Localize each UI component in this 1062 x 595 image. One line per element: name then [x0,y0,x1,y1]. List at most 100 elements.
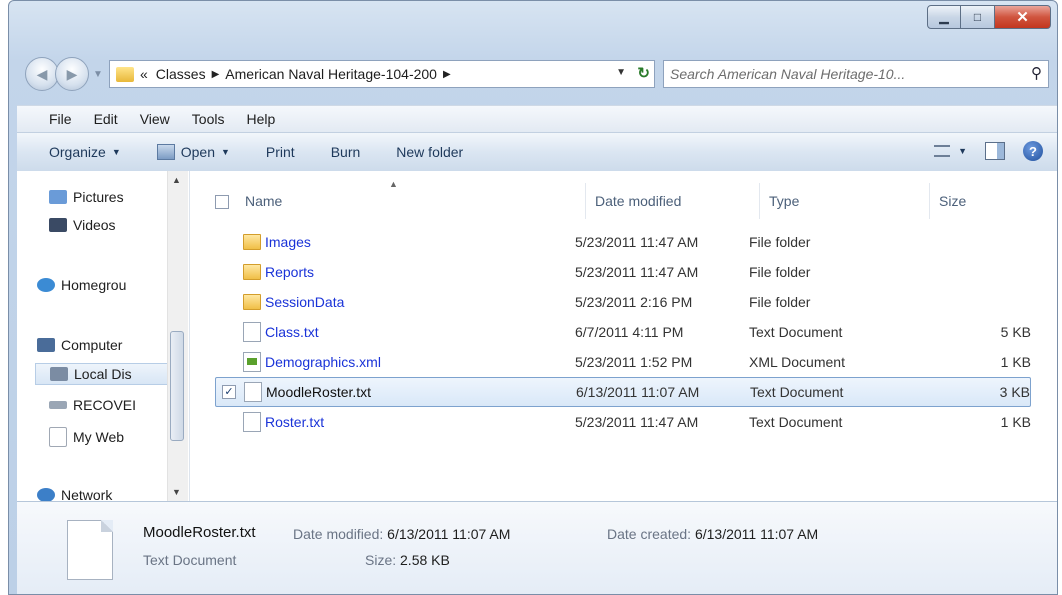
document-icon [49,427,67,447]
print-label: Print [265,144,295,160]
organize-button[interactable]: Organize ▼ [49,144,121,160]
folder-icon [243,294,261,310]
scroll-up-icon[interactable]: ▲ [172,175,181,185]
menu-edit[interactable]: Edit [94,111,118,127]
nav-label: Local Dis [74,366,132,382]
column-name[interactable]: Name [245,193,282,209]
nav-scrollbar[interactable]: ▲ ▼ [167,171,188,501]
file-row[interactable]: Reports 5/23/2011 11:47 AM File folder [215,257,1031,287]
file-date-modified: 5/23/2011 11:47 AM [575,414,699,430]
main-body: Pictures Videos Homegrou Computer Local … [17,171,1057,501]
nav-item-pictures[interactable]: Pictures [49,189,124,205]
new-folder-button[interactable]: New folder [396,144,463,160]
file-name[interactable]: Class.txt [265,324,319,340]
drive-icon [50,367,68,381]
file-type: Text Document [750,384,844,400]
file-name[interactable]: Demographics.xml [265,354,381,370]
forward-button[interactable]: ▶ [55,57,89,91]
minimize-button[interactable]: ▁ [927,5,961,29]
file-row[interactable]: Roster.txt 5/23/2011 11:47 AM Text Documen… [215,407,1031,437]
address-row: ◀ ▶ ▼ « Classes ▶ American Naval Heritag… [25,57,1049,91]
nav-label: Network [61,487,113,501]
nav-item-my-web[interactable]: My Web [49,427,124,447]
row-checkbox[interactable]: ✓ [222,385,236,399]
file-name[interactable]: Reports [265,264,314,280]
date-modified-label: Date modified: [293,526,384,542]
file-name[interactable]: SessionData [265,294,344,310]
file-name[interactable]: MoodleRoster.txt [266,384,371,400]
search-icon[interactable]: ⚲ [1031,64,1042,82]
address-bar[interactable]: « Classes ▶ American Naval Heritage-104-… [109,60,655,88]
nav-item-homegroup[interactable]: Homegrou [37,277,126,293]
help-icon[interactable]: ? [1023,141,1043,161]
menu-view[interactable]: View [140,111,170,127]
menu-file[interactable]: File [49,111,72,127]
column-type[interactable]: Type [769,193,799,209]
search-input[interactable]: Search American Naval Heritage-10... ⚲ [663,60,1049,88]
column-divider[interactable] [759,183,760,219]
date-modified-value: 6/13/2011 11:07 AM [387,526,511,542]
print-button[interactable]: Print [266,144,295,160]
nav-label: RECOVEI [73,397,137,413]
maximize-button[interactable]: □ [961,5,995,29]
nav-item-network[interactable]: Network [37,487,112,501]
breadcrumb-american-naval-heritage[interactable]: American Naval Heritage-104-200 [225,66,437,82]
back-button[interactable]: ◀ [25,57,59,91]
file-icon-wrap [243,352,261,372]
text-file-icon [243,412,261,432]
explorer-window: ▁ □ ✕ ◀ ▶ ▼ « Classes ▶ American Naval H… [8,0,1058,595]
open-button[interactable]: Open ▼ [156,144,230,160]
forward-arrow-icon: ▶ [66,65,78,82]
nav-item-videos[interactable]: Videos [49,217,116,233]
file-name[interactable]: Images [265,234,311,250]
column-size[interactable]: Size [939,193,966,209]
file-row[interactable]: Images 5/23/2011 11:47 AM File folder [215,227,1031,257]
breadcrumb-classes[interactable]: Classes [156,66,206,82]
text-document-icon [67,520,113,580]
nav-item-recovery[interactable]: RECOVEI [49,397,136,413]
burn-button[interactable]: Burn [331,144,361,160]
text-file-icon [244,382,262,402]
file-icon-wrap [243,322,261,342]
scroll-down-icon[interactable]: ▼ [172,487,181,497]
recent-pages-dropdown[interactable]: ▼ [91,69,105,80]
file-name[interactable]: Roster.txt [265,414,324,430]
menu-help[interactable]: Help [246,111,275,127]
refresh-icon[interactable]: ↻ [637,64,650,82]
nav-item-local-disk[interactable]: Local Dis [35,363,177,385]
chevron-right-icon[interactable]: ▶ [212,69,220,80]
nav-item-computer[interactable]: Computer [37,337,122,353]
column-divider[interactable] [585,183,586,219]
details-file-name: MoodleRoster.txt [143,524,256,541]
preview-pane-icon[interactable] [985,142,1005,160]
menu-tools[interactable]: Tools [192,111,225,127]
file-row[interactable]: Demographics.xml 5/23/2011 1:52 PM XML Doc… [215,347,1031,377]
nav-label: Homegrou [61,277,127,293]
scrollbar-thumb[interactable] [170,331,184,441]
file-type: File folder [749,294,811,310]
file-row[interactable]: SessionData 5/23/2011 2:16 PM File folder [215,287,1031,317]
column-date-modified[interactable]: Date modified [595,193,681,209]
details-file-type: Text Document [143,552,237,568]
pictures-icon [49,190,67,204]
details-pane: MoodleRoster.txt Date modified: 6/13/201… [17,501,1057,594]
close-button[interactable]: ✕ [995,5,1051,29]
file-type: File folder [749,264,811,280]
file-icon-wrap [243,264,261,280]
file-date-modified: 6/13/2011 11:07 AM [576,384,700,400]
xml-file-icon [243,352,261,372]
file-date-modified: 5/23/2011 11:47 AM [575,264,699,280]
date-created-value: 6/13/2011 11:07 AM [694,526,819,542]
column-divider[interactable] [929,183,930,219]
caption-buttons: ▁ □ ✕ [927,5,1051,29]
address-dropdown-icon[interactable]: ▼ [616,67,626,78]
chevron-right-icon[interactable]: ▶ [443,69,451,80]
computer-icon [37,338,55,352]
change-view-button[interactable]: ▼ [934,145,967,157]
breadcrumb-overflow[interactable]: « [140,66,148,82]
file-row[interactable]: Class.txt 6/7/2011 4:11 PM Text Document 5 … [215,317,1031,347]
details-size: Size: 2.58 KB [365,552,450,568]
nav-label: My Web [73,429,125,445]
file-row[interactable]: ✓ MoodleRoster.txt 6/13/2011 11:07 AM Text … [215,377,1031,407]
file-date-modified: 6/7/2011 4:11 PM [575,324,684,340]
